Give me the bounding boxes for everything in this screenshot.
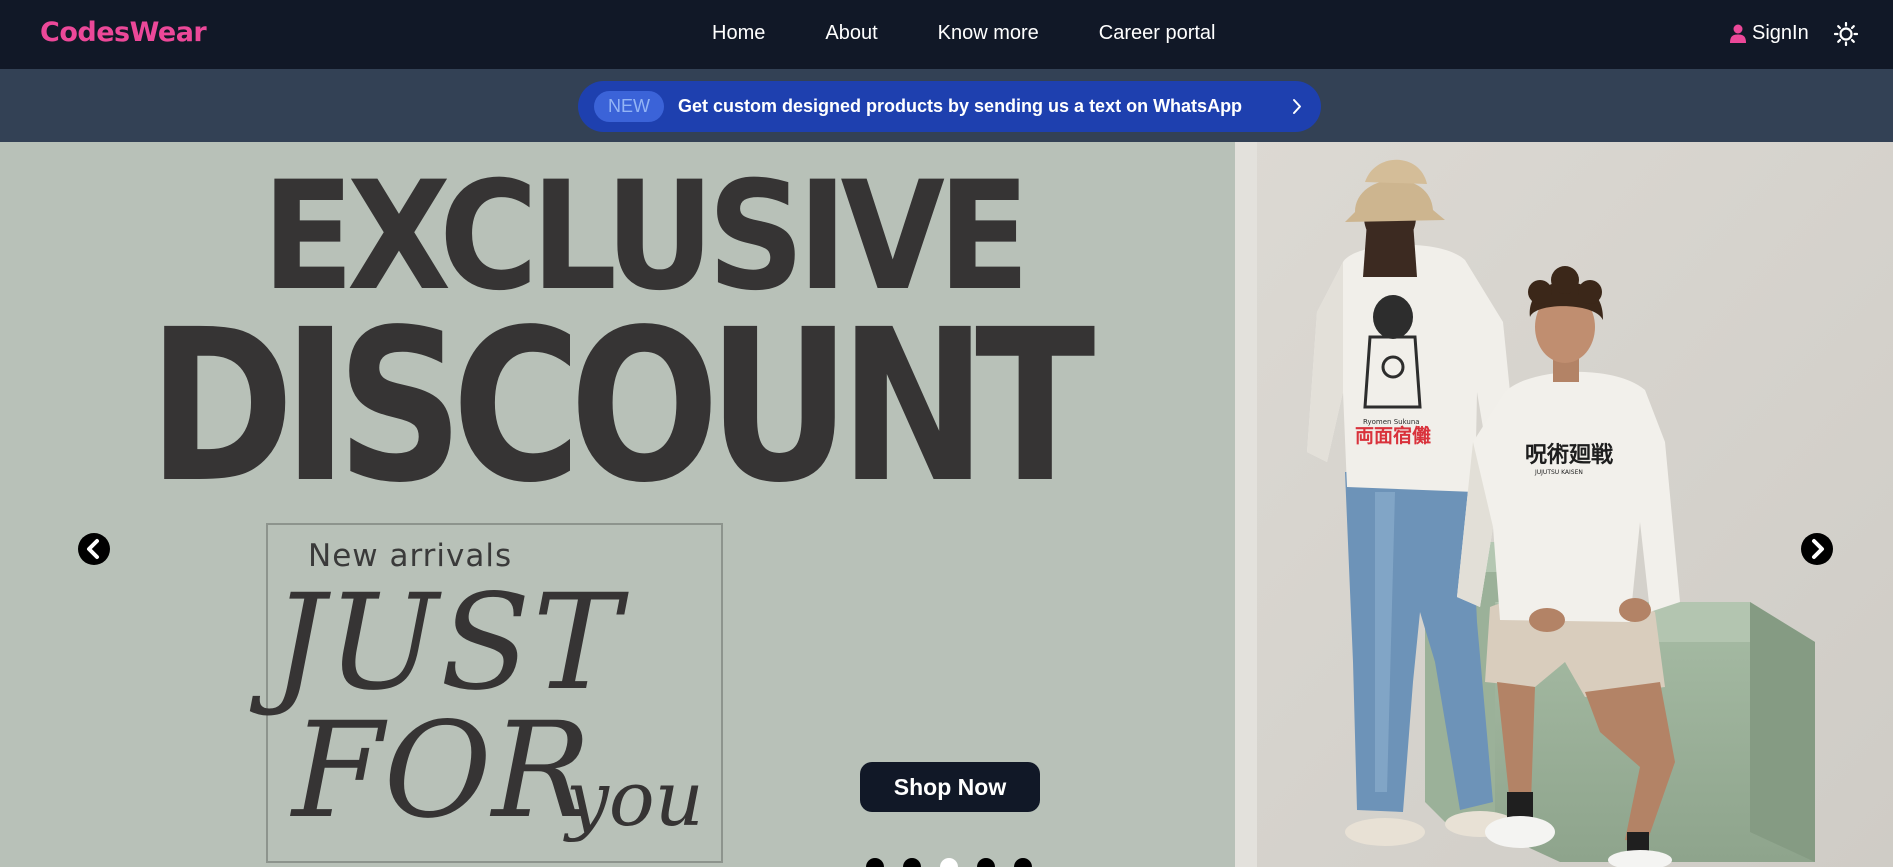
nav-link-home[interactable]: Home [712,22,765,45]
sweatshirt-front-text: JUJUTSU KAISEN [1534,469,1583,476]
announcement-text: Get custom designed products by sending … [678,96,1243,116]
carousel-dot-2[interactable] [903,858,921,867]
sweatshirt-back-text: Ryomen Sukuna [1363,418,1420,426]
carousel-dot-4[interactable] [977,858,995,867]
nav-links: Home About Know more Career portal [712,22,1216,45]
new-badge: NEW [594,91,664,122]
whatsapp-announcement-pill[interactable]: NEW Get custom designed products by send… [578,81,1321,132]
sun-icon[interactable] [1834,22,1858,46]
script-for: FOR [292,694,592,848]
announcement-banner: NEW Get custom designed products by send… [0,69,1893,142]
script-just: JUST [272,566,623,720]
nav-link-about[interactable]: About [825,22,877,45]
models-in-sweatshirts-image: 両面宿儺 Ryomen Sukuna 呪術廻戦 JUJUTSU KAISEN [1235,142,1893,867]
sweatshirt-kanji: 両面宿儺 [1355,424,1431,447]
user-icon [1730,24,1746,43]
carousel-dot-1[interactable] [866,858,884,867]
shop-now-button[interactable]: Shop Now [860,762,1040,812]
new-arrivals-box: New arrivals JUST FOR you [266,523,723,863]
script-you: you [566,754,704,843]
brand-logo[interactable]: CodesWear [40,17,207,48]
arrow-left-circle-icon[interactable] [77,532,111,566]
carousel-dot-3[interactable] [940,858,958,867]
arrow-right-circle-icon[interactable] [1800,532,1834,566]
hero-promo-panel: EXCLUSIVE DISCOUNT New arrivals JUST FOR… [0,142,1235,867]
hero-product-photo: 両面宿儺 Ryomen Sukuna 呪術廻戦 JUJUTSU KAISEN [1235,142,1893,867]
nav-link-know-more[interactable]: Know more [938,22,1039,45]
hero-carousel: EXCLUSIVE DISCOUNT New arrivals JUST FOR… [0,142,1893,867]
chevron-right-icon [1293,99,1301,114]
top-navbar: CodesWear Home About Know more Career po… [0,0,1893,69]
carousel-dot-5[interactable] [1014,858,1032,867]
carousel-indicators [866,858,1032,867]
headline-discount: DISCOUNT [148,284,1095,529]
signin-label: SignIn [1752,22,1809,44]
signin-button[interactable]: SignIn [1730,22,1809,45]
sweatshirt-front-kanji: 呪術廻戦 [1525,442,1614,468]
nav-link-career-portal[interactable]: Career portal [1099,22,1216,45]
